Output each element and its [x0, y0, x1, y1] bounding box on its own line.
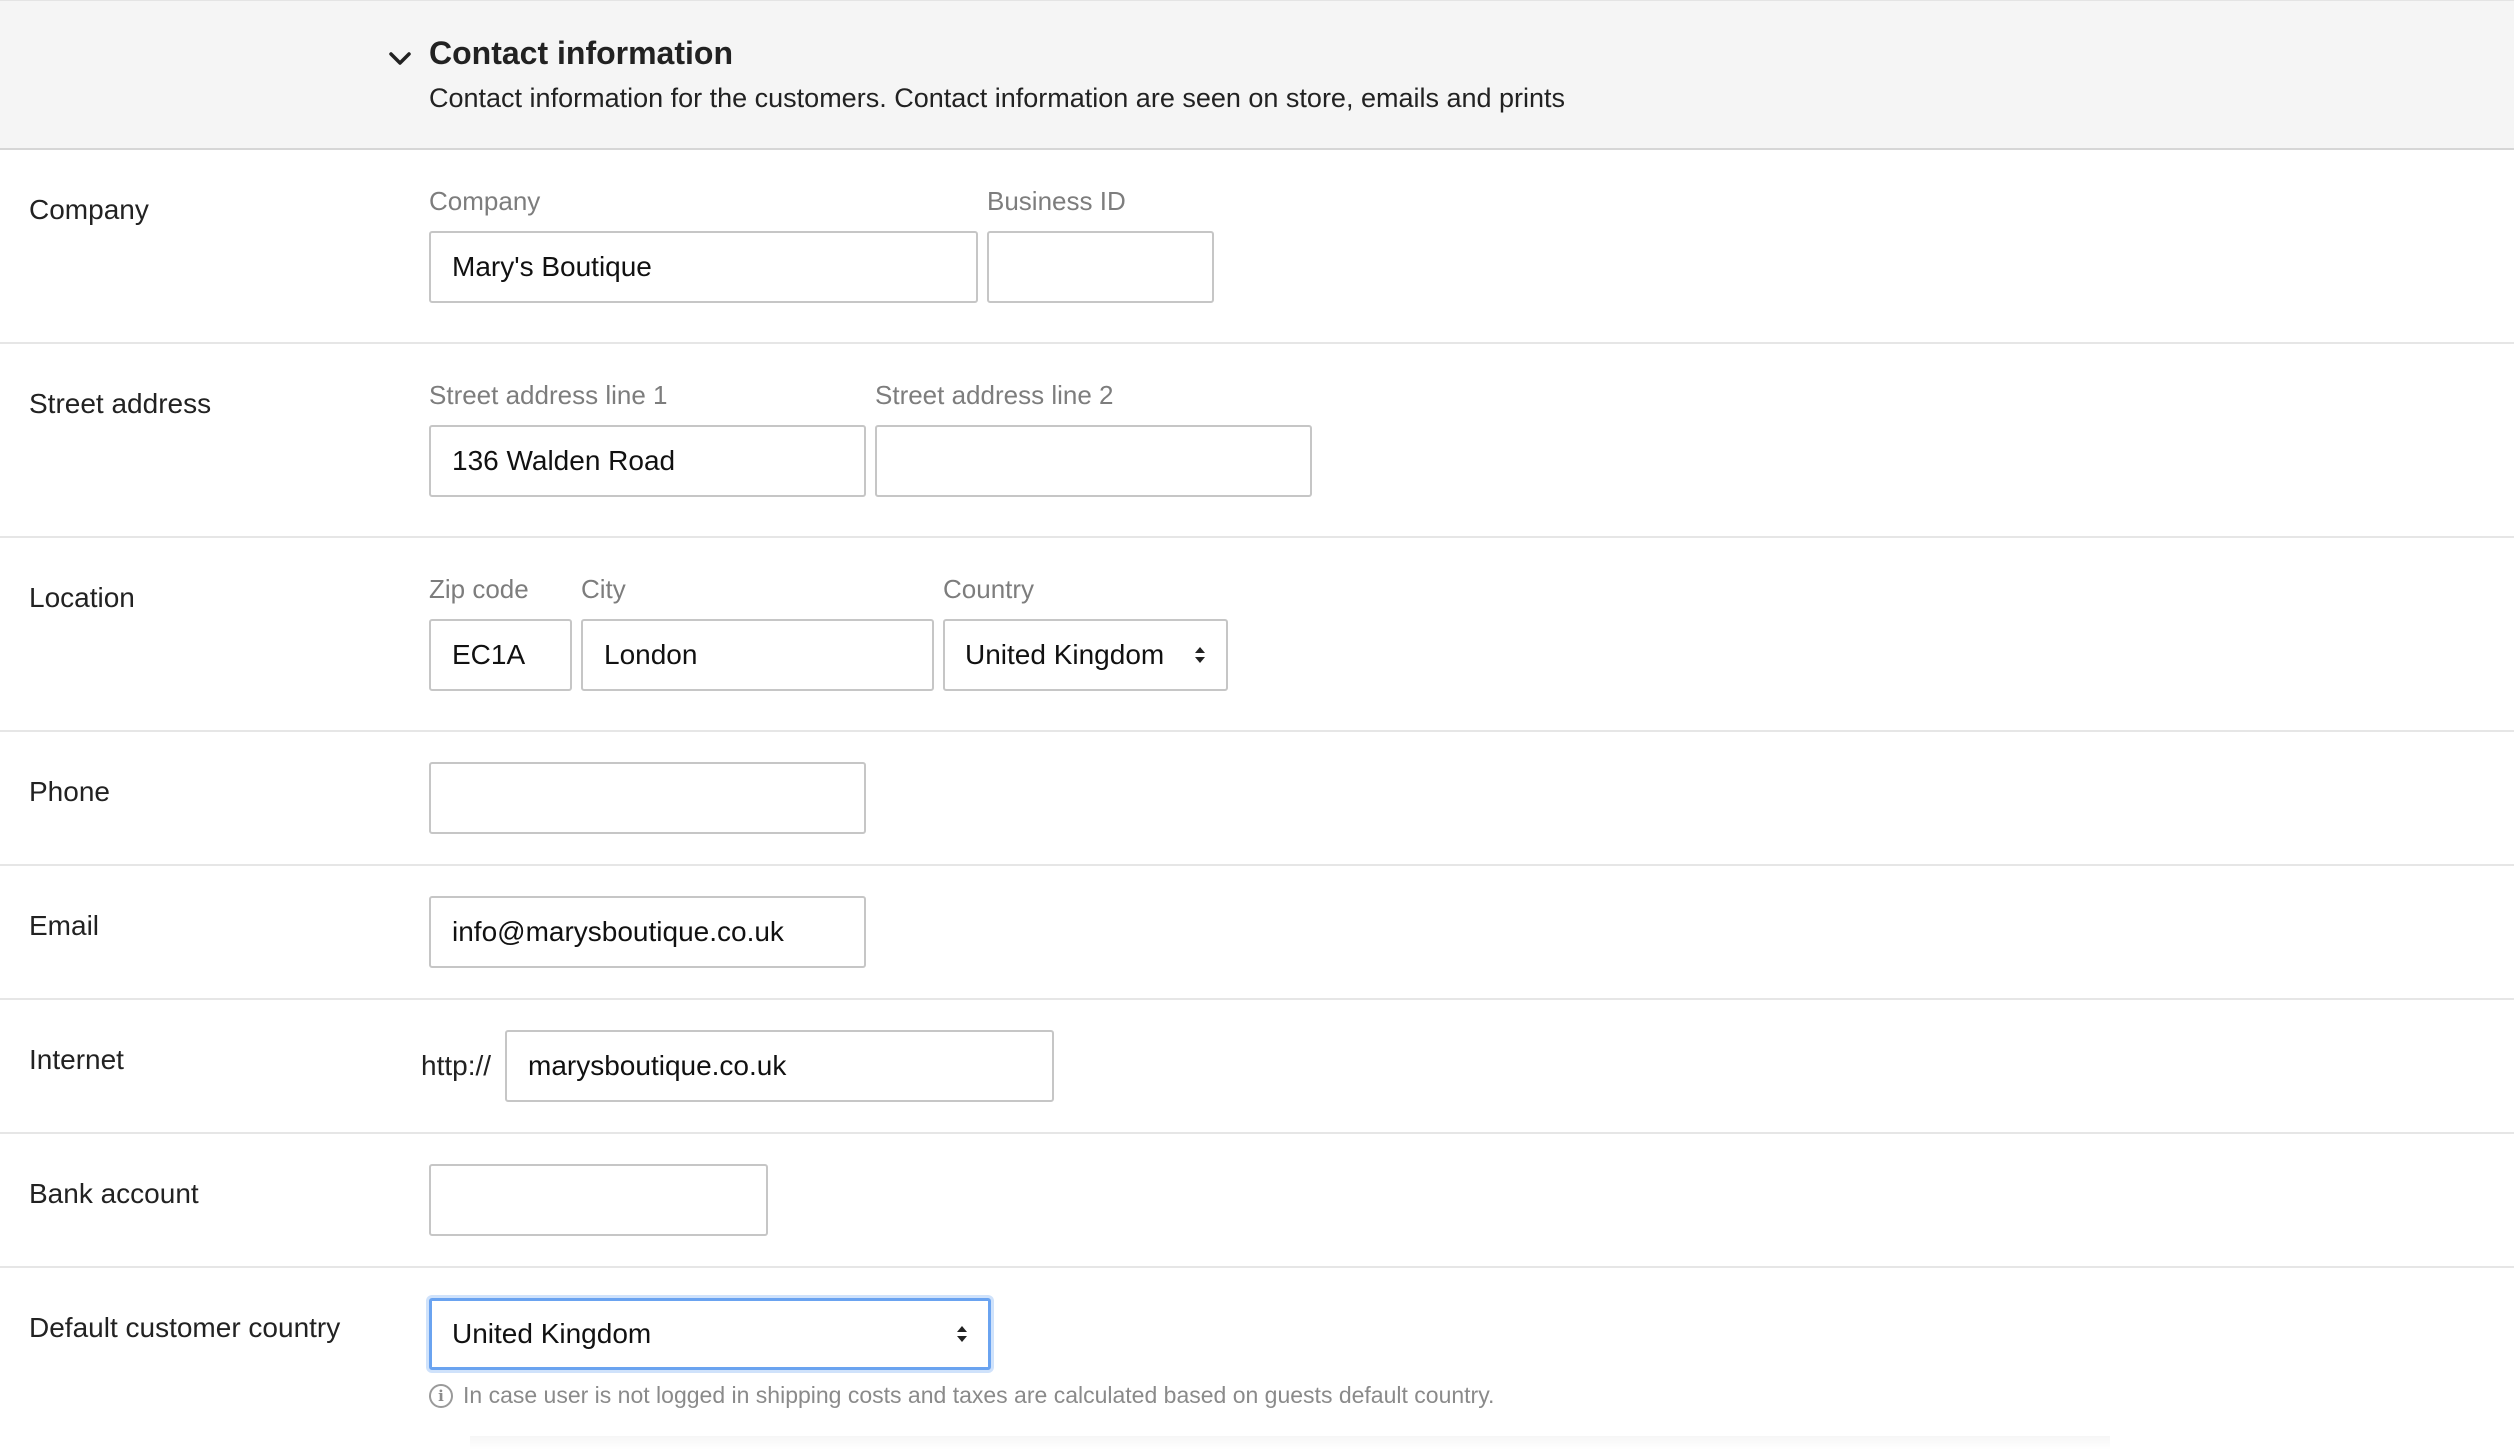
- sort-arrows-icon: [957, 1326, 967, 1342]
- section-description: Contact information for the customers. C…: [429, 83, 1566, 113]
- zip-code-input[interactable]: EC1A: [429, 619, 572, 691]
- phone-row-label: Phone: [29, 776, 110, 807]
- phone-row: Phone: [0, 732, 2514, 866]
- info-circle-icon: i: [429, 1383, 453, 1408]
- street-address-row: Street address Street address line 1 136…: [0, 344, 2514, 538]
- bank-account-row: Bank account: [0, 1134, 2514, 1268]
- business-id-input[interactable]: [987, 231, 1214, 303]
- country-label: Country: [943, 574, 1035, 604]
- chevron-down-icon[interactable]: [382, 41, 418, 77]
- company-field-label: Company: [429, 186, 541, 216]
- email-row-label: Email: [29, 910, 100, 941]
- street-address-row-label: Street address: [29, 388, 212, 419]
- country-select-value: United Kingdom: [965, 639, 1165, 670]
- location-row: Location Zip code EC1A City London Count…: [0, 538, 2514, 732]
- street-line2-label: Street address line 2: [875, 380, 1114, 410]
- section-header: Contact information Contact information …: [0, 0, 2514, 150]
- company-row-label: Company: [29, 194, 149, 225]
- street-line1-label: Street address line 1: [429, 380, 668, 410]
- business-id-field-label: Business ID: [987, 186, 1126, 216]
- default-country-select-value: United Kingdom: [452, 1318, 652, 1349]
- default-country-hint-text: In case user is not logged in shipping c…: [463, 1382, 1495, 1408]
- contact-information-page: Contact information Contact information …: [0, 0, 2514, 1450]
- default-country-select[interactable]: United Kingdom: [429, 1298, 991, 1370]
- bottom-divider: [470, 1436, 2110, 1450]
- default-country-hint: i In case user is not logged in shipping…: [429, 1382, 1494, 1409]
- url-prefix: http://: [421, 1050, 492, 1081]
- internet-row: Internet http:// marysboutique.co.uk: [0, 1000, 2514, 1134]
- zip-code-label: Zip code: [429, 574, 529, 604]
- bank-account-row-label: Bank account: [29, 1178, 199, 1209]
- website-input[interactable]: marysboutique.co.uk: [505, 1030, 1054, 1102]
- section-title: Contact information: [429, 35, 733, 71]
- location-row-label: Location: [29, 582, 135, 613]
- country-select[interactable]: United Kingdom: [943, 619, 1228, 691]
- default-country-row: Default customer country United Kingdom: [0, 1268, 2514, 1450]
- city-input[interactable]: London: [581, 619, 934, 691]
- street-line1-input[interactable]: 136 Walden Road: [429, 425, 866, 497]
- sort-arrows-icon: [1195, 647, 1205, 663]
- phone-input[interactable]: [429, 762, 866, 834]
- bank-account-input[interactable]: [429, 1164, 768, 1236]
- street-line2-input[interactable]: [875, 425, 1312, 497]
- email-input[interactable]: info@marysboutique.co.uk: [429, 896, 866, 968]
- company-input[interactable]: Mary's Boutique: [429, 231, 978, 303]
- default-country-row-label: Default customer country: [29, 1312, 341, 1343]
- email-row: Email info@marysboutique.co.uk: [0, 866, 2514, 1000]
- internet-row-label: Internet: [29, 1044, 124, 1075]
- company-row: Company Company Mary's Boutique Business…: [0, 150, 2514, 344]
- city-label: City: [581, 574, 626, 604]
